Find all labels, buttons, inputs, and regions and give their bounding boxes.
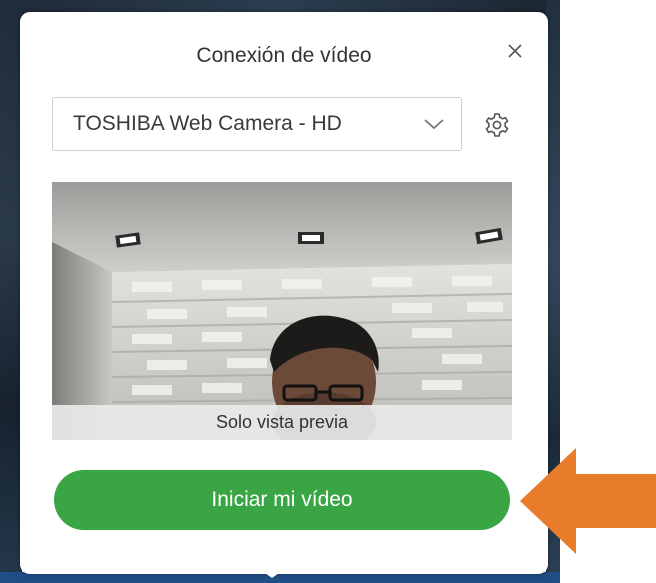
camera-preview-image [52,182,512,440]
popup-pointer [258,568,286,578]
camera-select-value: TOSHIBA Web Camera - HD [73,112,342,135]
start-video-button[interactable]: Iniciar mi vídeo [54,470,510,530]
dialog-title: Conexión de vídeo [196,44,372,67]
annotation-arrow-icon [520,448,656,554]
video-connection-dialog: Conexión de vídeo TOSHIBA Web Camera - H… [20,12,548,574]
preview-only-label: Solo vista previa [52,405,512,440]
desktop-background-left [0,0,22,583]
gear-icon[interactable] [484,112,510,138]
chevron-down-icon [424,119,444,130]
close-icon [508,44,522,58]
video-preview: Solo vista previa [52,182,512,440]
screen: Conexión de vídeo TOSHIBA Web Camera - H… [0,0,656,583]
close-button[interactable] [500,36,530,66]
camera-select[interactable]: TOSHIBA Web Camera - HD [52,97,462,151]
